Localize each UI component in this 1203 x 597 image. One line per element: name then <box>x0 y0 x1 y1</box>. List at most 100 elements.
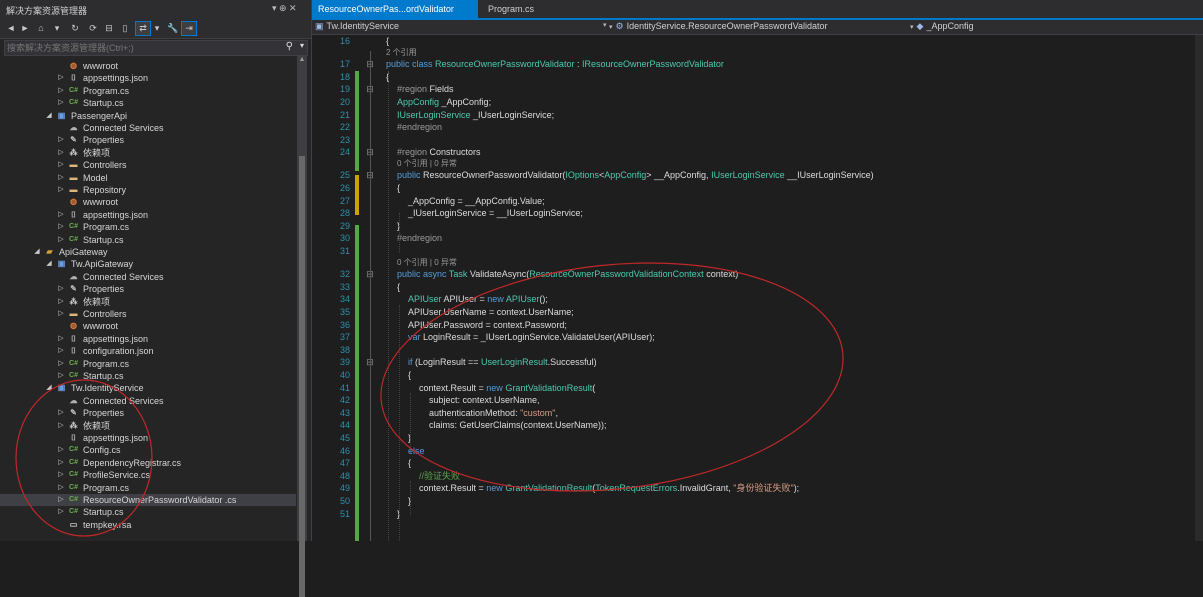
tree-item[interactable]: ◍ wwwroot <box>0 60 296 72</box>
tree-item[interactable]: ▷ C# Startup.cs <box>0 506 296 518</box>
tree-item[interactable]: ▷ C# Program.cs <box>0 482 296 494</box>
tree-item[interactable]: ▷ ✎ Properties <box>0 407 296 419</box>
expand-arrow-icon[interactable]: ▷ <box>56 308 66 320</box>
member-dropdown[interactable]: ▾ ◆ _AppConfig <box>910 21 1190 32</box>
tab-resource-owner-password-validator[interactable]: ResourceOwnerPas...ordValidator .cs⊕✕ <box>312 0 478 32</box>
solution-tree-scrollbar[interactable]: ▲ <box>297 56 307 597</box>
code-line[interactable]: 43 authenticationMethod: "custom", <box>312 407 1203 419</box>
codelens-label[interactable]: 0 个引用 | 0 异常 <box>397 258 457 268</box>
code-line[interactable]: 34 APIUser APIUser = new APIUser(); <box>312 293 1203 305</box>
tree-item[interactable]: ▷ C# Config.cs <box>0 444 296 456</box>
expand-arrow-icon[interactable]: ▷ <box>56 407 66 419</box>
code-line[interactable]: 49 context.Result = new GrantValidationRe… <box>312 482 1203 494</box>
expand-arrow-icon[interactable]: ▷ <box>56 159 66 171</box>
code-line[interactable]: 24 ⊟ #region Constructors <box>312 146 1203 158</box>
code-line[interactable]: 21 IUserLoginService _IUserLoginService; <box>312 109 1203 121</box>
tree-item[interactable]: ▷ ✎ Properties <box>0 134 296 146</box>
code-line[interactable]: 36 APIUser.Password = context.Password; <box>312 319 1203 331</box>
code-line[interactable]: 44 claims: GetUserClaims(context.UserNam… <box>312 419 1203 431</box>
code-line[interactable]: 20 AppConfig _AppConfig; <box>312 96 1203 108</box>
home-icon[interactable]: ⌂ <box>34 22 48 35</box>
codelens-references[interactable]: 0 个引用 | 0 异常 <box>312 159 1203 169</box>
collapse-arrow-icon[interactable]: ◢ <box>32 246 42 258</box>
codelens-references[interactable]: 0 个引用 | 0 异常 <box>312 258 1203 268</box>
code-line[interactable]: 26 { <box>312 182 1203 194</box>
sync-active-document-icon[interactable]: ⇄ <box>135 21 151 36</box>
code-line[interactable]: 27 _AppConfig = __AppConfig.Value; <box>312 195 1203 207</box>
code-line[interactable]: 46 else <box>312 445 1203 457</box>
expand-arrow-icon[interactable]: ▷ <box>56 506 66 518</box>
expand-arrow-icon[interactable]: ▷ <box>56 209 66 221</box>
solution-search-input[interactable] <box>7 41 277 55</box>
code-line[interactable]: 30 #endregion <box>312 232 1203 244</box>
tree-item[interactable]: ▷ C# ProfileService.cs <box>0 469 296 481</box>
tree-item[interactable]: ▷ C# Program.cs <box>0 221 296 233</box>
tree-item[interactable]: ◢ ▣ Tw.IdentityService <box>0 382 296 394</box>
properties-wrench-icon[interactable]: 🔧 <box>166 22 180 35</box>
pending-changes-icon[interactable]: ↻ <box>68 22 82 35</box>
code-line[interactable]: 38 <box>312 344 1203 356</box>
expand-arrow-icon[interactable]: ▷ <box>56 333 66 345</box>
show-all-files-icon[interactable]: ▯ <box>118 22 132 35</box>
code-line[interactable]: 35 APIUser.UserName = context.UserName; <box>312 306 1203 318</box>
expand-arrow-icon[interactable]: ▷ <box>56 482 66 494</box>
expand-arrow-icon[interactable]: ▷ <box>56 370 66 382</box>
codelens-label[interactable]: 2 个引用 <box>386 48 417 58</box>
code-line[interactable]: 17 ⊟ public class ResourceOwnerPasswordVal… <box>312 58 1203 70</box>
code-line[interactable]: 16 { <box>312 35 1203 47</box>
expand-arrow-icon[interactable]: ▷ <box>56 85 66 97</box>
tree-item[interactable]: ◍ wwwroot <box>0 320 296 332</box>
expand-arrow-icon[interactable]: ▷ <box>56 72 66 84</box>
expand-arrow-icon[interactable]: ▷ <box>56 457 66 469</box>
tree-item[interactable]: ◢ ▣ Tw.ApiGateway <box>0 258 296 270</box>
code-line[interactable]: 25 ⊟ public ResourceOwnerPasswordValidator… <box>312 169 1203 181</box>
expand-arrow-icon[interactable]: ▷ <box>56 296 66 308</box>
tree-item[interactable]: ☁ Connected Services <box>0 271 296 283</box>
tree-item[interactable]: ▷ C# DependencyRegistrar.cs <box>0 457 296 469</box>
collapse-all-icon[interactable]: ⊟ <box>102 22 116 35</box>
code-line[interactable]: 28 _IUserLoginService = __IUserLoginServi… <box>312 207 1203 219</box>
forward-icon[interactable]: ► <box>18 22 32 35</box>
preview-selected-items-icon[interactable]: ⇥ <box>181 21 197 36</box>
expand-arrow-icon[interactable]: ▷ <box>56 444 66 456</box>
code-line[interactable]: 37 var LoginResult = _IUserLoginService.V… <box>312 331 1203 343</box>
expand-arrow-icon[interactable]: ▷ <box>56 469 66 481</box>
tree-item[interactable]: ▷ ✎ Properties <box>0 283 296 295</box>
tree-item[interactable]: ▭ tempkey.rsa <box>0 519 296 531</box>
tree-item[interactable]: ▷ ⁂ 依赖项 <box>0 147 296 159</box>
tree-item[interactable]: ▷ ▬ Controllers <box>0 308 296 320</box>
tree-item[interactable]: ▷ ⌷ appsettings.json <box>0 209 296 221</box>
tree-item[interactable]: ▷ C# Startup.cs <box>0 97 296 109</box>
tree-item[interactable]: ▷ ⁂ 依赖项 <box>0 420 296 432</box>
editor-vertical-scrollbar[interactable] <box>1195 35 1203 541</box>
tree-item[interactable]: ◢ ▰ ApiGateway <box>0 246 296 258</box>
tree-item[interactable]: ◍ wwwroot <box>0 196 296 208</box>
tree-item[interactable]: ▷ ⌷ configuration.json <box>0 345 296 357</box>
code-line[interactable]: 18{ <box>312 71 1203 83</box>
code-line[interactable]: 48 //验证失败 <box>312 470 1203 482</box>
tree-item[interactable]: ◢ ▣ PassengerApi <box>0 110 296 122</box>
expand-arrow-icon[interactable]: ▷ <box>56 283 66 295</box>
search-options-chevron-icon[interactable]: ▾ <box>300 41 304 50</box>
project-dropdown[interactable]: ▣ Tw.IdentityService ▾ <box>315 21 607 32</box>
expand-arrow-icon[interactable]: ▷ <box>56 97 66 109</box>
code-line[interactable]: 39 ⊟ if (LoginResult == UserLoginResult.Su… <box>312 356 1203 368</box>
code-line[interactable]: 40 { <box>312 369 1203 381</box>
code-line[interactable]: 50} <box>312 495 1203 507</box>
code-line[interactable]: 33 { <box>312 281 1203 293</box>
tree-item[interactable]: ▷ ⌷ appsettings.json <box>0 333 296 345</box>
code-line[interactable]: 29} <box>312 220 1203 232</box>
tree-item[interactable]: ▷ C# Startup.cs <box>0 370 296 382</box>
tree-item[interactable]: ▷ C# Program.cs <box>0 85 296 97</box>
collapse-arrow-icon[interactable]: ◢ <box>44 382 54 394</box>
scroll-up-icon[interactable]: ▲ <box>297 56 307 66</box>
dropdown-icon[interactable]: ▾ <box>150 22 164 35</box>
expand-arrow-icon[interactable]: ▷ <box>56 172 66 184</box>
code-line[interactable]: 32 ⊟ public async Task ValidateAsync(Resou… <box>312 268 1203 280</box>
codelens-references[interactable]: 2 个引用 <box>312 48 1203 58</box>
tab-program-cs[interactable]: Program.cs <box>482 0 552 18</box>
expand-arrow-icon[interactable]: ▷ <box>56 184 66 196</box>
codelens-label[interactable]: 0 个引用 | 0 异常 <box>397 159 457 169</box>
expand-arrow-icon[interactable]: ▷ <box>56 221 66 233</box>
expand-arrow-icon[interactable]: ▷ <box>56 345 66 357</box>
